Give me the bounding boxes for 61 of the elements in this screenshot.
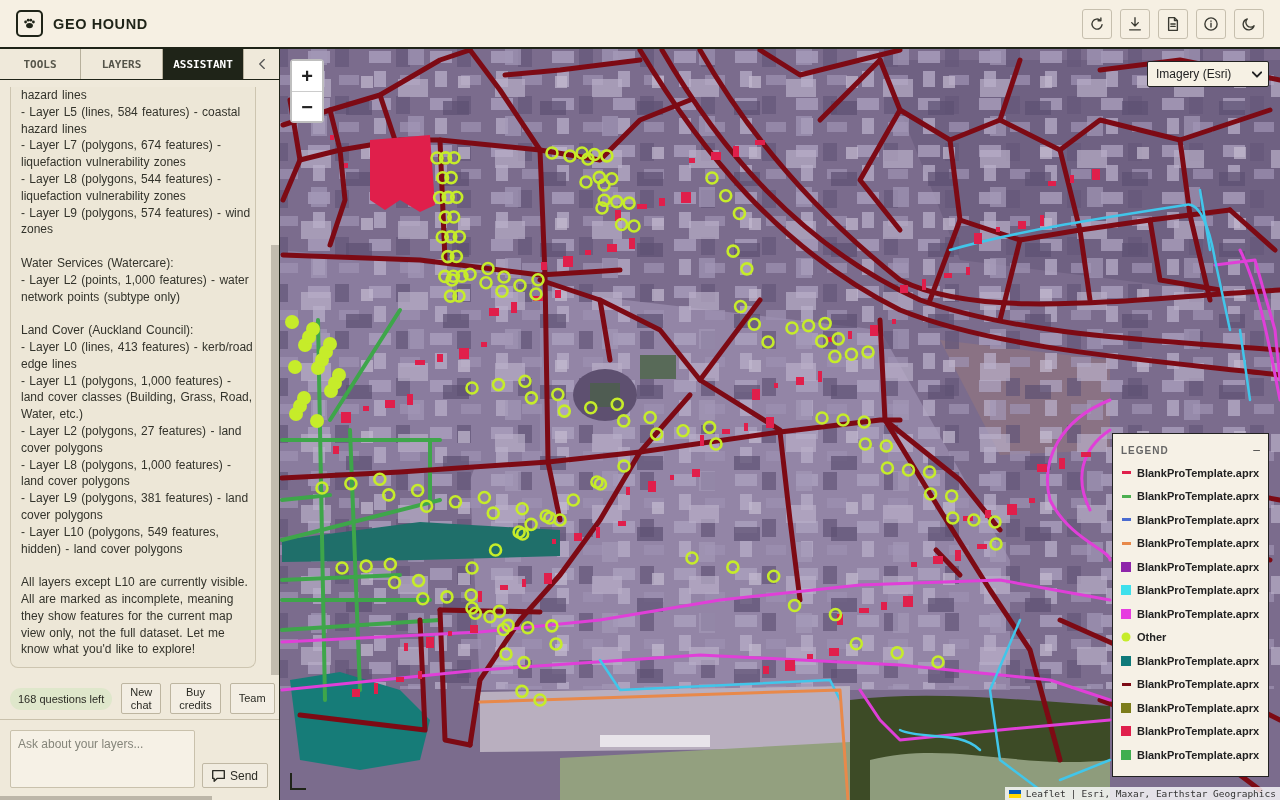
- basemap-select[interactable]: Imagery (Esri): [1147, 61, 1269, 87]
- message-text: - Layer L1 (polygons, 1,000 features) - land cover classes (Building, Grass, Road, Water, etc.): [21, 372, 254, 423]
- download-icon: [1128, 16, 1142, 31]
- message-text: - Layer L5 (lines, 584 features) - coastal hazard lines: [21, 103, 242, 138]
- moon-icon: [1242, 16, 1256, 31]
- legend-label: Other: [1137, 631, 1167, 644]
- message-text: Land Cover (Auckland Council):: [21, 322, 195, 339]
- legend-label: BlankProTemplate.aprx: [1137, 490, 1260, 503]
- attribution-separator: |: [1070, 787, 1077, 800]
- message-text: - Layer L2 (points, 1,000 features) - water network points (subtype only): [21, 271, 250, 306]
- flag-icon: [1008, 789, 1021, 798]
- message-text: Water Services (Watercare):: [21, 254, 175, 272]
- message-text: - Layer L10 (polygons, 549 features, hidden) - land cover polygons: [21, 523, 220, 558]
- send-button[interactable]: Send: [201, 763, 268, 788]
- paw-logo-icon: [16, 10, 43, 37]
- legend-label: BlankProTemplate.aprx: [1137, 654, 1260, 667]
- chevron-down-icon: [1252, 70, 1262, 78]
- legend-label: BlankProTemplate.aprx: [1137, 584, 1260, 597]
- download-button[interactable]: [1120, 8, 1150, 39]
- legend-collapse-button[interactable]: –: [1251, 443, 1262, 457]
- message-text: hazard lines: [21, 87, 88, 104]
- legend-label: BlankProTemplate.aprx: [1137, 701, 1260, 714]
- document-button[interactable]: [1158, 8, 1188, 39]
- attribution-link[interactable]: Leaflet: [1025, 787, 1066, 800]
- message-text: - Layer L8 (polygons, 544 features) - liquefaction vulnerability zones: [21, 171, 223, 205]
- info-button[interactable]: [1196, 8, 1226, 39]
- legend-label: BlankProTemplate.aprx: [1137, 678, 1260, 691]
- legend-label: BlankProTemplate.aprx: [1137, 725, 1260, 738]
- zoom-out-button[interactable]: −: [292, 91, 322, 121]
- legend-label: BlankProTemplate.aprx: [1137, 466, 1260, 479]
- refresh-icon: [1090, 16, 1104, 31]
- team-button[interactable]: Team: [229, 683, 275, 714]
- buy-credits-button[interactable]: Buy credits: [170, 683, 221, 714]
- legend-title: LEGEND: [1121, 444, 1169, 456]
- chevron-left-icon: [258, 59, 265, 69]
- document-icon: [1166, 16, 1180, 31]
- message-text: All layers except L10 are currently visible. All are marked as incomplete, meaning they show features for the current map view only, not the full dataset. Let me know what you'd like to explore!: [21, 574, 249, 659]
- corner-bracket-icon: [290, 773, 306, 790]
- legend-label: BlankProTemplate.aprx: [1137, 537, 1260, 550]
- message-text: - Layer L8 (polygons, 1,000 features) - land cover polygons: [21, 456, 233, 491]
- message-text: - Layer L2 (polygons, 27 features) - land cover polygons: [21, 422, 243, 457]
- theme-toggle-button[interactable]: [1234, 8, 1264, 39]
- app-title: GEO HOUND: [53, 15, 148, 32]
- sidebar-tab[interactable]: ASSISTANT: [163, 49, 244, 79]
- message-text: - Layer L0 (lines, 413 features) - kerb/road edge lines: [21, 338, 254, 373]
- legend-label: BlankProTemplate.aprx: [1137, 607, 1260, 620]
- legend-label: BlankProTemplate.aprx: [1137, 513, 1260, 526]
- info-icon: [1204, 16, 1218, 31]
- legend-label: BlankProTemplate.aprx: [1137, 560, 1260, 573]
- message-input[interactable]: Ask about your layers...: [10, 730, 195, 788]
- attribution-text: Esri, Maxar, Earthstar Geographics: [1081, 787, 1276, 800]
- new-chat-button[interactable]: New chat: [121, 683, 162, 714]
- refresh-button[interactable]: [1082, 8, 1112, 39]
- scrollbar-thumb[interactable]: [271, 245, 279, 675]
- message-text: - Layer L9 (polygons, 574 features) - wind zones: [21, 204, 252, 239]
- chat-bubble-icon: [211, 769, 225, 782]
- scrollbar-thumb[interactable]: [0, 796, 212, 800]
- questions-remaining-badge: 168 questions left: [10, 687, 113, 710]
- message-text: - Layer L9 (polygons, 381 features) - land cover polygons: [21, 490, 250, 524]
- legend-label: BlankProTemplate.aprx: [1137, 748, 1260, 761]
- message-text: - Layer L7 (polygons, 674 features) - liquefaction vulnerability zones: [21, 137, 223, 171]
